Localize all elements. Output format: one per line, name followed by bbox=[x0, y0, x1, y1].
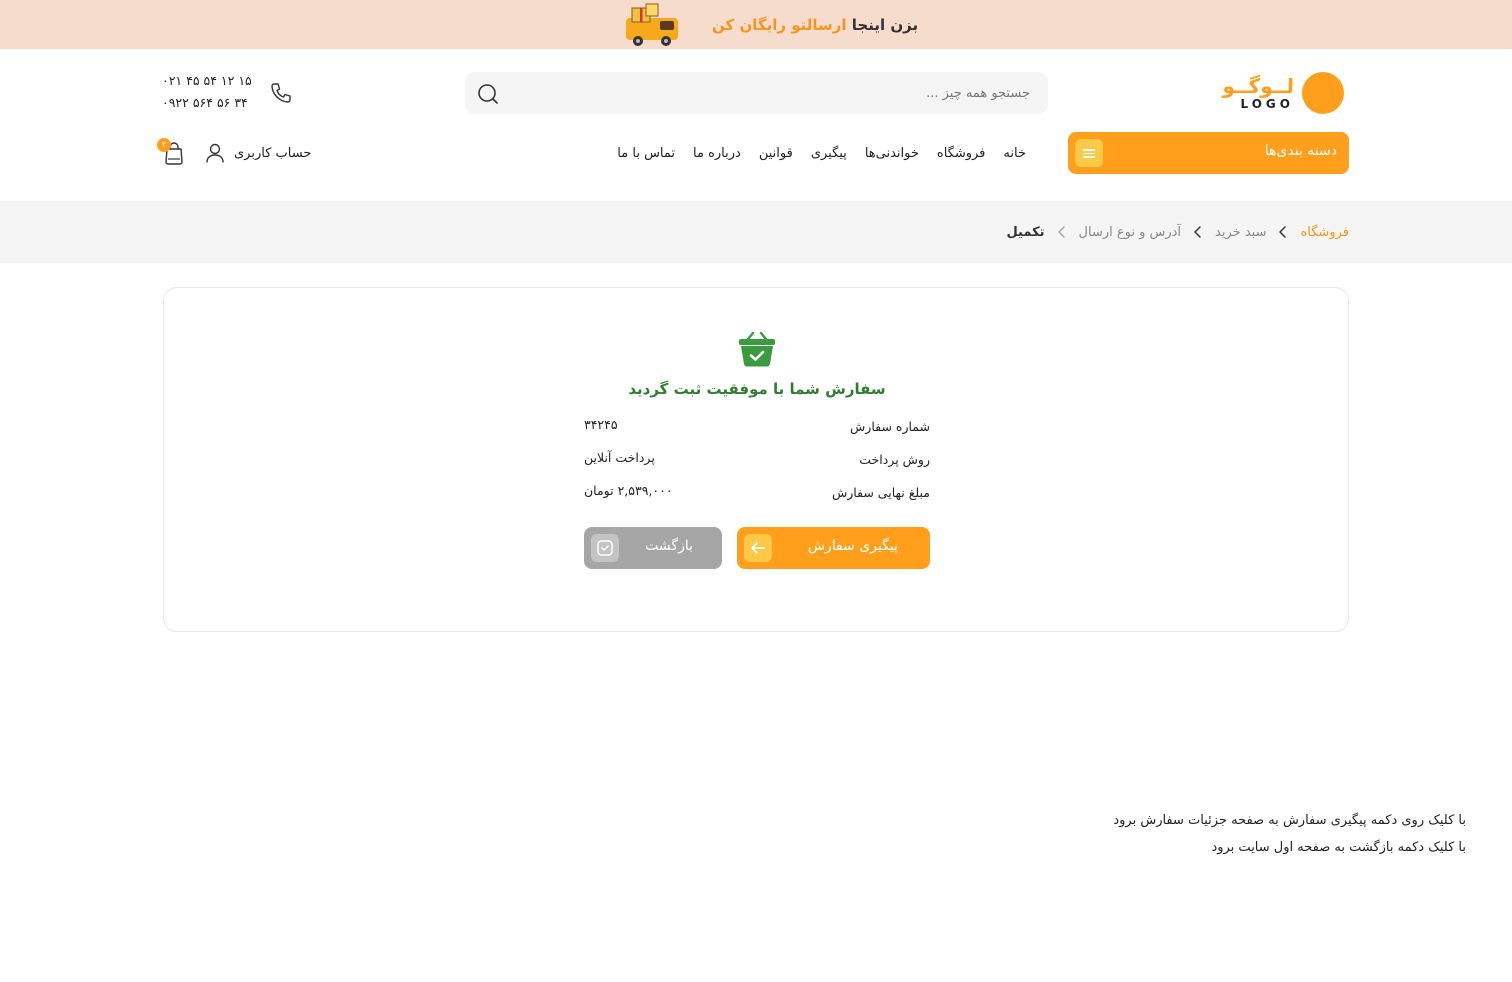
breadcrumb-cart[interactable]: سبد خرید bbox=[1215, 225, 1266, 240]
breadcrumb-shop[interactable]: فروشگاه bbox=[1300, 225, 1349, 240]
note-back-behavior: با کلیک دکمه بازگشت به صفحه اول سایت برو… bbox=[1211, 840, 1466, 855]
cart-button[interactable]: ۲ bbox=[157, 138, 186, 166]
promo-banner[interactable]: بزن اینجا ارسالتو رایگان کن bbox=[0, 0, 1512, 49]
site-logo[interactable]: لــوگــو LOGO bbox=[1168, 72, 1344, 115]
payment-method-value: پرداخت آنلاین bbox=[584, 450, 655, 465]
cart-count-badge: ۲ bbox=[157, 138, 171, 152]
order-success-card: سفارش شما با موفقیت ثبت گردید شماره سفار… bbox=[163, 287, 1349, 632]
order-number-label: شماره سفارش bbox=[850, 419, 930, 434]
categories-label: دسته بندی‌ها bbox=[1264, 143, 1337, 159]
note-track-behavior: با کلیک روی دکمه پیگیری سفارش به صفحه جز… bbox=[1113, 813, 1466, 828]
basket-check-icon bbox=[738, 331, 776, 367]
user-icon bbox=[204, 142, 226, 164]
chevron-left-icon bbox=[1194, 226, 1201, 238]
nav-item-shop[interactable]: فروشگاه bbox=[937, 146, 986, 161]
logo-word: لــوگــو bbox=[1222, 74, 1294, 98]
chevron-left-icon bbox=[1279, 226, 1287, 238]
order-total-value: ۲,۵۳۹,۰۰۰ تومان bbox=[584, 483, 673, 498]
promo-text: بزن اینجا ارسالتو رایگان کن bbox=[712, 16, 918, 34]
arrow-left-icon bbox=[744, 534, 772, 562]
track-order-label: پیگیری سفارش bbox=[807, 538, 898, 554]
nav-item-home[interactable]: خانه bbox=[1003, 146, 1026, 161]
search-input[interactable] bbox=[510, 72, 1030, 114]
logo-latin: LOGO bbox=[1240, 97, 1294, 111]
nav-item-contact[interactable]: تماس با ما bbox=[617, 146, 675, 161]
promo-highlight: ارسالتو رایگان کن bbox=[712, 15, 847, 34]
contact-phones: ۰۲۱ ۴۵ ۵۴ ۱۲ ۱۵ ۰۹۲۲ ۵۶۴ ۵۶ ۳۴ bbox=[162, 72, 297, 116]
delivery-truck-icon bbox=[610, 1, 696, 48]
breadcrumb-address[interactable]: آدرس و نوع ارسال bbox=[1079, 225, 1182, 240]
menu-icon bbox=[1075, 139, 1103, 167]
track-order-button[interactable]: پیگیری سفارش bbox=[737, 527, 930, 569]
promo-prefix: بزن اینجا bbox=[846, 15, 919, 34]
breadcrumb-bar: فروشگاه سبد خرید آدرس و نوع ارسال تکمیل bbox=[0, 201, 1512, 263]
return-icon bbox=[591, 534, 619, 562]
nav-item-blog[interactable]: خواندنی‌ها bbox=[865, 146, 919, 161]
logo-mark bbox=[1302, 72, 1344, 114]
phone-number-2[interactable]: ۰۹۲۲ ۵۶۴ ۵۶ ۳۴ bbox=[162, 95, 248, 110]
categories-button[interactable]: دسته بندی‌ها bbox=[1068, 132, 1349, 174]
main-nav: خانه فروشگاه خواندنی‌ها پیگیری قوانین در… bbox=[617, 132, 1026, 174]
search-icon[interactable] bbox=[475, 81, 501, 107]
search-box bbox=[465, 72, 1048, 114]
promo-content[interactable]: بزن اینجا ارسالتو رایگان کن bbox=[610, 0, 918, 49]
account-link[interactable]: حساب کاربری bbox=[204, 141, 311, 165]
order-total-row: مبلغ نهایی سفارش ۲,۵۳۹,۰۰۰ تومان bbox=[584, 483, 930, 507]
success-title: سفارش شما با موفقیت ثبت گردید bbox=[628, 380, 886, 398]
account-label: حساب کاربری bbox=[234, 145, 312, 161]
nav-item-rules[interactable]: قوانین bbox=[759, 146, 793, 161]
payment-method-row: روش پرداخت پرداخت آنلاین bbox=[584, 450, 930, 474]
breadcrumb-complete: تکمیل bbox=[1006, 224, 1045, 240]
payment-method-label: روش پرداخت bbox=[859, 452, 930, 467]
back-button[interactable]: بازگشت bbox=[584, 527, 722, 569]
order-number-value: ۳۴۲۴۵ bbox=[584, 417, 618, 432]
order-number-row: شماره سفارش ۳۴۲۴۵ bbox=[584, 417, 930, 441]
phone-icon bbox=[269, 81, 293, 105]
phone-number-1[interactable]: ۰۲۱ ۴۵ ۵۴ ۱۲ ۱۵ bbox=[162, 73, 252, 88]
nav-item-tracking[interactable]: پیگیری bbox=[811, 146, 847, 161]
order-total-label: مبلغ نهایی سفارش bbox=[831, 485, 930, 500]
breadcrumb: فروشگاه سبد خرید آدرس و نوع ارسال تکمیل bbox=[1006, 201, 1349, 263]
chevron-left-icon bbox=[1057, 226, 1065, 238]
back-label: بازگشت bbox=[645, 538, 693, 554]
nav-item-about[interactable]: درباره ما bbox=[693, 146, 741, 161]
